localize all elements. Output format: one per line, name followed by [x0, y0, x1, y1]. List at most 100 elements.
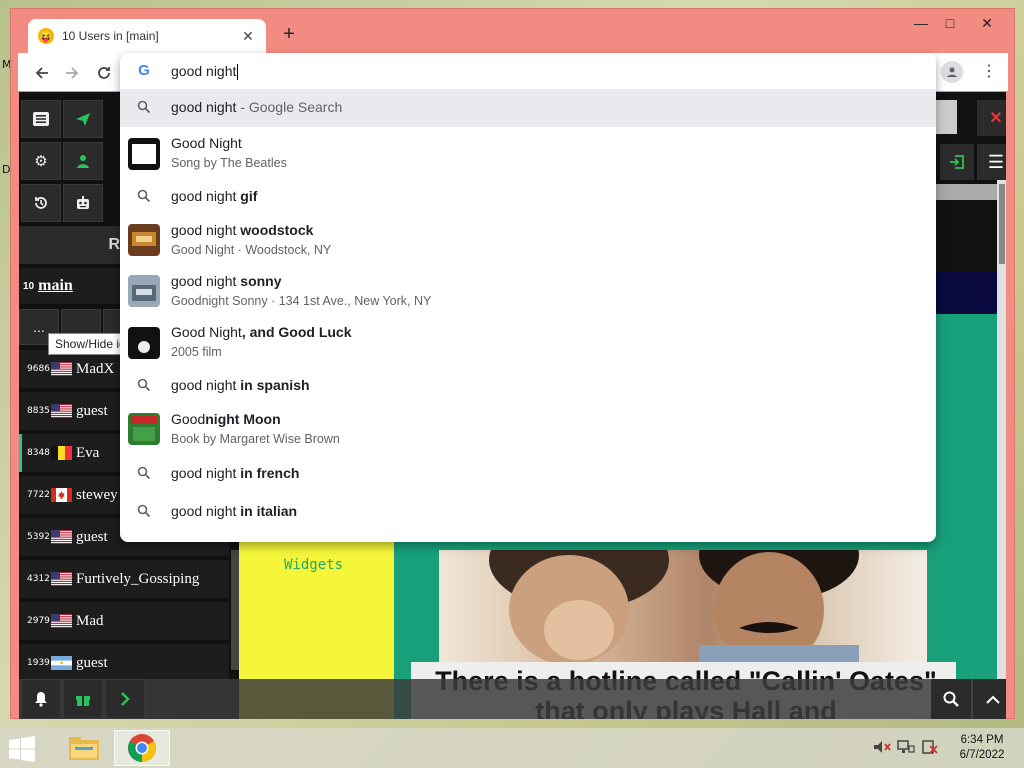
user-id: 2979	[27, 616, 50, 626]
search-icon[interactable]	[931, 679, 971, 719]
suggestion-subtitle: Good Night · Woodstock, NY	[171, 243, 332, 257]
chevron-up-icon[interactable]	[973, 679, 1006, 719]
user-name: guest	[76, 528, 108, 545]
user-name: Eva	[76, 444, 100, 461]
browser-tab[interactable]: 😝 10 Users in [main] ✕	[28, 19, 266, 53]
user-id: 4312	[27, 574, 50, 584]
flag-icon	[51, 656, 76, 670]
user-id: 8348	[27, 448, 50, 458]
bell-icon[interactable]	[21, 679, 61, 719]
file-explorer-icon[interactable]	[56, 730, 112, 766]
network-icon[interactable]	[897, 740, 915, 757]
venue-thumb	[128, 223, 160, 256]
flag-icon	[51, 488, 76, 502]
tab-close-icon[interactable]: ✕	[240, 28, 256, 45]
user-name: MadX	[76, 360, 115, 377]
omnibox-suggestion[interactable]: Good Night, and Good Luck 2005 film	[120, 316, 936, 369]
room-name: main	[38, 277, 73, 294]
search-icon	[136, 100, 152, 116]
omnibox-suggestion[interactable]: Good Night Song by The Beatles	[120, 127, 936, 180]
reload-icon[interactable]	[92, 61, 116, 85]
profile-avatar-icon[interactable]	[941, 61, 963, 83]
omnibox-suggestion[interactable]: good night - Google Search	[120, 89, 936, 127]
content-scroll-thumb[interactable]	[999, 184, 1005, 264]
flag-icon	[51, 572, 76, 586]
suggestion-text: good night in spanish	[171, 377, 310, 393]
tab-title: 10 Users in [main]	[62, 29, 159, 43]
user-icon[interactable]	[63, 142, 103, 180]
windows-start-icon[interactable]	[8, 736, 38, 762]
user-list-item[interactable]: 1939 guest	[19, 644, 229, 682]
chevron-right-icon[interactable]	[105, 679, 145, 719]
suggestion-subtitle: Goodnight Sonny · 134 1st Ave., New York…	[171, 294, 432, 308]
shared-photo[interactable]	[439, 550, 927, 662]
google-g-icon: G	[138, 62, 150, 79]
hamburger-menu-icon[interactable]: ☰	[977, 144, 1006, 180]
user-name: Mad	[76, 612, 104, 629]
search-icon	[136, 189, 152, 205]
gift-icon[interactable]	[63, 679, 103, 719]
suggestion-text: good night sonny	[171, 273, 282, 289]
omnibox-suggestion[interactable]: good night in french	[120, 455, 936, 493]
suggestion-text: good night gif	[171, 188, 258, 204]
forward-arrow-icon[interactable]	[60, 61, 84, 85]
search-icon	[136, 504, 152, 520]
user-id: 9686	[27, 364, 50, 374]
suggestion-text: good night in french	[171, 465, 300, 481]
user-name: guest	[76, 402, 108, 419]
back-arrow-icon[interactable]	[30, 61, 54, 85]
omnibox-suggestion[interactable]: good night in spanish	[120, 369, 936, 403]
history-icon[interactable]	[21, 184, 61, 222]
omnibox-suggestion[interactable]: Goodnight Moon Book by Margaret Wise Brow…	[120, 403, 936, 455]
tab-strip: 😝 10 Users in [main] ✕ + — □ ✕	[11, 9, 1014, 53]
omnibox-suggestion[interactable]: good night sonny Goodnight Sonny · 134 1s…	[120, 265, 936, 316]
flag-icon	[51, 530, 76, 544]
suggestion-subtitle: 2005 film	[171, 345, 222, 359]
suggestion-subtitle: Book by Margaret Wise Brown	[171, 432, 340, 446]
suggestion-text: Good Night, and Good Luck	[171, 324, 352, 340]
new-tab-button[interactable]: +	[277, 23, 301, 46]
taskbar-clock[interactable]: 6:34 PM 6/7/2022	[950, 733, 1014, 763]
user-name: Furtively_Gossiping	[76, 570, 200, 587]
widgets-label[interactable]: Widgets	[284, 557, 343, 573]
room-user-count: 10	[23, 280, 35, 292]
user-name: stewey	[76, 486, 118, 503]
user-list-item[interactable]: 4312 Furtively_Gossiping	[19, 560, 229, 598]
browser-menu-icon[interactable]: ⋮	[980, 61, 998, 83]
user-list-item[interactable]: 2979 Mad	[19, 602, 229, 640]
login-icon[interactable]	[940, 144, 974, 180]
close-window-button[interactable]: ✕	[970, 9, 1004, 37]
chrome-taskbar-icon[interactable]	[114, 730, 170, 766]
film-thumb	[128, 326, 160, 359]
user-list-scrollbar[interactable]	[231, 550, 239, 670]
suggestion-subtitle: Song by The Beatles	[171, 156, 287, 170]
bar-thumb	[128, 274, 160, 307]
suggestion-text: Good Night	[171, 135, 242, 151]
flag-icon	[51, 362, 76, 376]
robot-icon[interactable]	[63, 184, 103, 222]
user-id: 7722	[27, 490, 50, 500]
user-id: 8835	[27, 406, 50, 416]
action-center-icon[interactable]	[921, 740, 939, 757]
clock-time: 6:34 PM	[960, 734, 1004, 746]
omnibox-suggestion[interactable]: good night in italian	[120, 493, 936, 531]
clock-date: 6/7/2022	[959, 749, 1005, 761]
omnibox-suggestion[interactable]: good night gif	[120, 180, 936, 214]
list-icon[interactable]	[21, 100, 61, 138]
close-icon[interactable]: ✕	[977, 100, 1006, 136]
search-icon	[136, 378, 152, 394]
omnibox-suggestion[interactable]: good night woodstock Good Night · Woodsto…	[120, 214, 936, 265]
settings-gears-icon[interactable]: ⚙	[21, 142, 61, 180]
flag-icon	[51, 446, 76, 460]
maximize-button[interactable]: □	[933, 9, 967, 37]
user-id: 5392	[27, 532, 50, 542]
omnibox-input[interactable]: G good night	[120, 53, 936, 89]
volume-muted-icon[interactable]	[873, 740, 891, 757]
book-thumb	[128, 413, 160, 445]
send-icon[interactable]	[63, 100, 103, 138]
user-name: guest	[76, 654, 108, 671]
omnibox-query[interactable]: good night	[171, 63, 239, 81]
flag-icon	[51, 614, 76, 628]
omnibox-dropdown: G good night good night - Google Search G…	[120, 53, 936, 542]
album-thumb	[128, 137, 160, 170]
